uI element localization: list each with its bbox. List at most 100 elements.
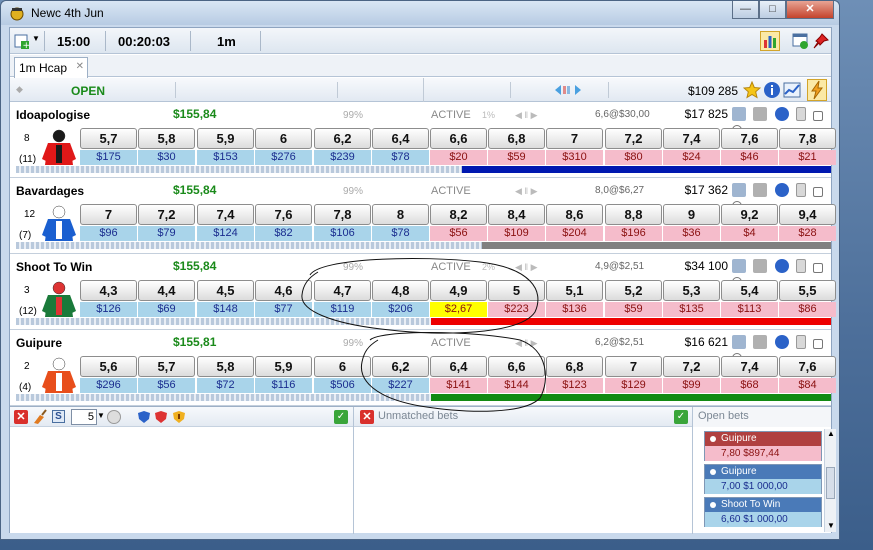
stake-dropdown-icon[interactable]: ▼ [97, 411, 105, 420]
runner-name[interactable]: Idoapologise [16, 108, 90, 122]
price-button[interactable]: 5,6 [80, 356, 137, 377]
lay-amount[interactable]: $141 [430, 378, 487, 393]
lay-amount[interactable]: $59 [488, 150, 545, 165]
back-amount[interactable]: $56 [138, 378, 195, 393]
warning-shield-icon[interactable] [172, 410, 186, 424]
scroll-down-icon[interactable]: ▼ [827, 521, 835, 530]
lay-amount[interactable]: $36 [663, 226, 720, 241]
close-tab-icon[interactable]: ✕ [76, 61, 84, 72]
back-amount[interactable]: $72 [197, 378, 254, 393]
open-bet-item[interactable]: Guipure 7,80 $897,44 [704, 431, 822, 461]
runner-expand-icon[interactable] [813, 187, 824, 197]
price-button[interactable]: 5,5 [779, 280, 836, 301]
price-button[interactable]: 7,4 [663, 128, 720, 149]
runner-tools-icon[interactable] [753, 107, 768, 121]
lightning-icon[interactable] [807, 79, 827, 101]
back-amount[interactable]: $276 [255, 150, 312, 165]
tab-market[interactable]: 1m Hcap ✕ [14, 57, 88, 78]
lay-amount[interactable]: $59 [605, 302, 662, 317]
price-button[interactable]: 5,2 [605, 280, 662, 301]
runner-name[interactable]: Shoot To Win [16, 260, 92, 274]
back-amount[interactable]: $78 [372, 226, 429, 241]
cancel-unmatched-icon[interactable]: ✕ [360, 410, 374, 424]
lay-amount[interactable]: $24 [663, 150, 720, 165]
lay-amount[interactable]: $109 [488, 226, 545, 241]
price-button[interactable]: 6,2 [314, 128, 371, 149]
lay-amount[interactable]: $113 [721, 302, 778, 317]
lay-amount[interactable]: $135 [663, 302, 720, 317]
price-button[interactable]: 5 [488, 280, 545, 301]
new-market-icon[interactable]: + [14, 32, 32, 50]
open-bet-item[interactable]: Guipure 7,00 $1 000,00 [704, 464, 822, 494]
new-window-icon[interactable] [792, 32, 810, 50]
price-button[interactable]: 7,6 [721, 128, 778, 149]
back-amount[interactable]: $30 [138, 150, 195, 165]
price-button[interactable]: 6,6 [430, 128, 487, 149]
dropdown-arrow-icon[interactable]: ▼ [32, 34, 40, 43]
runner-info-icon[interactable] [774, 259, 789, 273]
lay-amount[interactable]: $46 [721, 150, 778, 165]
lay-amount[interactable]: $56 [430, 226, 487, 241]
lay-amount[interactable]: $204 [546, 226, 603, 241]
lay-amount[interactable]: $310 [546, 150, 603, 165]
collapse-icon[interactable]: ◆ [16, 84, 23, 95]
price-button[interactable]: 9,2 [721, 204, 778, 225]
shield-lay-icon[interactable] [154, 410, 168, 424]
runner-chart-icon[interactable] [732, 259, 746, 273]
back-amount[interactable]: $82 [255, 226, 312, 241]
price-button[interactable]: 5,8 [138, 128, 195, 149]
price-button[interactable]: 4,9 [430, 280, 487, 301]
runner-name[interactable]: Guipure [16, 336, 62, 350]
pin-icon[interactable] [812, 32, 830, 50]
price-button[interactable]: 4,5 [197, 280, 254, 301]
price-button[interactable]: 9,4 [779, 204, 836, 225]
price-button[interactable]: 7,8 [314, 204, 371, 225]
price-button[interactable]: 5,9 [197, 128, 254, 149]
cancel-all-icon[interactable]: ✕ [14, 410, 28, 424]
price-button[interactable]: 6,8 [488, 128, 545, 149]
back-amount[interactable]: $148 [197, 302, 254, 317]
price-button[interactable]: 4,8 [372, 280, 429, 301]
price-button[interactable]: 8,4 [488, 204, 545, 225]
lay-amount[interactable]: $68 [721, 378, 778, 393]
price-button[interactable]: 7 [605, 356, 662, 377]
runner-column-icon[interactable] [796, 259, 807, 273]
price-button[interactable]: 5,9 [255, 356, 312, 377]
open-bet-item[interactable]: Shoot To Win 6,60 $1 000,00 [704, 497, 822, 527]
runner-chart-icon[interactable] [732, 183, 746, 197]
back-amount[interactable]: $96 [80, 226, 137, 241]
confirm-bets-button[interactable]: ✓ [334, 410, 348, 424]
price-button[interactable]: 7 [546, 128, 603, 149]
back-amount[interactable]: $126 [80, 302, 137, 317]
back-amount[interactable]: $153 [197, 150, 254, 165]
price-button[interactable]: 5,4 [721, 280, 778, 301]
chart-view-icon[interactable] [760, 31, 780, 51]
maximize-button[interactable]: □ [759, 1, 786, 19]
price-button[interactable]: 7,8 [779, 128, 836, 149]
minimize-button[interactable]: — [732, 1, 759, 19]
price-button[interactable]: 8,8 [605, 204, 662, 225]
price-button[interactable]: 6,4 [372, 128, 429, 149]
back-amount[interactable]: $206 [372, 302, 429, 317]
price-button[interactable]: 8,6 [546, 204, 603, 225]
runner-column-icon[interactable] [796, 183, 807, 197]
runner-expand-icon[interactable] [813, 111, 824, 121]
back-amount[interactable]: $175 [80, 150, 137, 165]
price-button[interactable]: 9 [663, 204, 720, 225]
price-button[interactable]: 7,4 [721, 356, 778, 377]
runner-info-icon[interactable] [774, 335, 789, 349]
back-amount[interactable]: $296 [80, 378, 137, 393]
runner-expand-icon[interactable] [813, 263, 824, 273]
lay-amount[interactable]: $28 [779, 226, 836, 241]
price-button[interactable]: 7,6 [779, 356, 836, 377]
price-button[interactable]: 6,4 [430, 356, 487, 377]
runner-chart-icon[interactable] [732, 107, 746, 121]
runner-ladder-icon[interactable]: ◀ ‖ ▶ [515, 262, 538, 273]
lay-amount[interactable]: $21 [779, 150, 836, 165]
runner-info-icon[interactable] [774, 107, 789, 121]
price-button[interactable]: 6 [255, 128, 312, 149]
lay-amount[interactable]: $99 [663, 378, 720, 393]
runner-tools-icon[interactable] [753, 183, 768, 197]
runner-tools-icon[interactable] [753, 335, 768, 349]
shield-back-icon[interactable] [137, 410, 151, 424]
